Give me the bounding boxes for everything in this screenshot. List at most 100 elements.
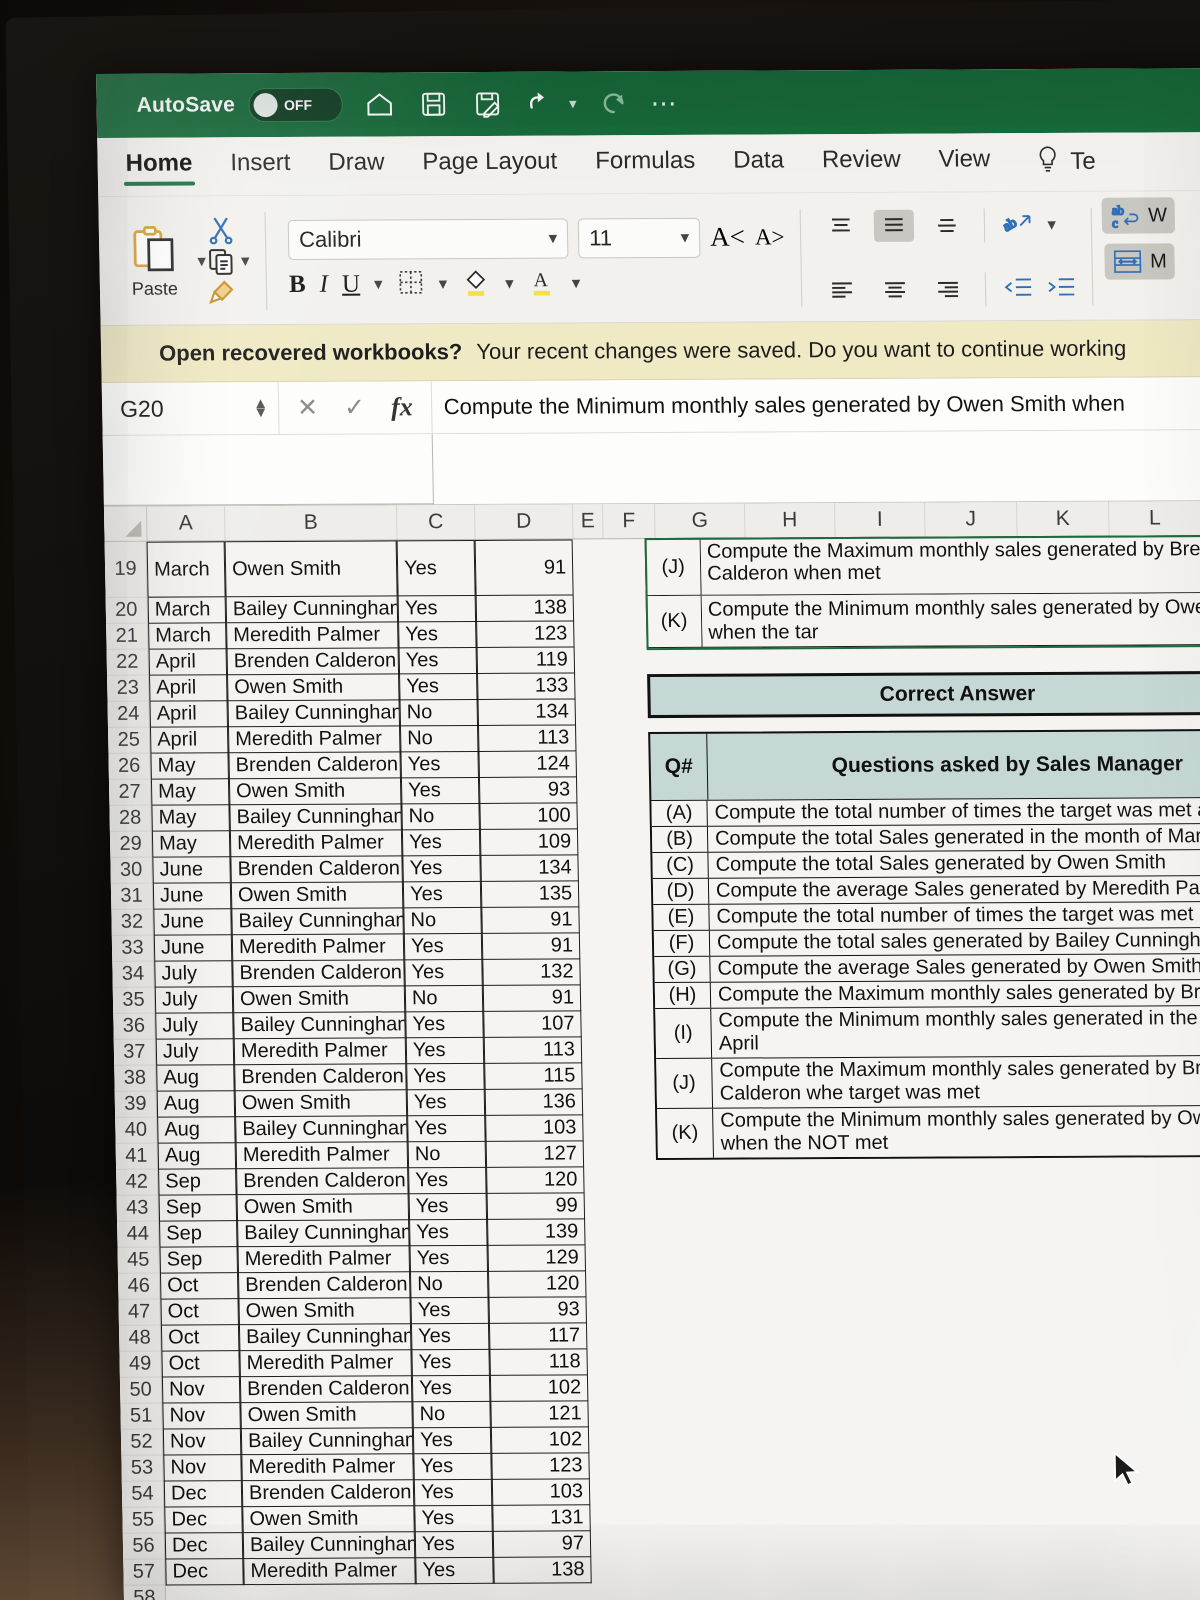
orientation-icon[interactable]: ab xyxy=(1000,209,1035,242)
cell-target-met[interactable]: No xyxy=(404,985,484,1013)
cell-sales[interactable]: 133 xyxy=(477,673,576,700)
cell-month[interactable]: July xyxy=(154,961,233,988)
panel-row-k[interactable]: (K) Compute the Minimum monthly sales ge… xyxy=(645,592,1200,649)
cell-salesperson[interactable]: Owen Smith xyxy=(228,778,402,806)
question-row[interactable]: (G) Compute the average Sales generated b… xyxy=(654,952,1200,983)
cell-sales[interactable]: 103 xyxy=(491,1479,591,1506)
row-header[interactable]: 49 xyxy=(119,1351,162,1378)
cell-salesperson[interactable]: Bailey Cunningham xyxy=(238,1324,412,1352)
merge-center-button[interactable]: M xyxy=(1103,243,1176,280)
more-commands-icon[interactable]: ⋯ xyxy=(650,88,679,118)
cell-sales[interactable]: 139 xyxy=(487,1219,586,1246)
row-header[interactable]: 53 xyxy=(121,1455,164,1482)
column-header-b[interactable]: B xyxy=(224,505,398,541)
row-header[interactable]: 43 xyxy=(116,1195,160,1222)
format-painter-button[interactable] xyxy=(206,278,250,308)
cell-target-met[interactable]: Yes xyxy=(405,1037,485,1065)
cell-month[interactable]: Sep xyxy=(159,1247,238,1274)
question-row[interactable]: (A) Compute the total number of times the… xyxy=(651,796,1200,827)
cell-sales[interactable]: 129 xyxy=(487,1245,587,1272)
question-row[interactable]: (J) Compute the Maximum monthly sales gen… xyxy=(656,1054,1200,1108)
cell-salesperson[interactable]: Brenden Calderon xyxy=(228,752,401,780)
cell-target-met[interactable]: Yes xyxy=(400,751,479,779)
cell-sales[interactable]: 127 xyxy=(485,1141,585,1168)
cell-sales[interactable]: 115 xyxy=(484,1063,583,1090)
row-header[interactable]: 24 xyxy=(107,701,150,728)
row-header[interactable]: 50 xyxy=(119,1377,163,1404)
copy-dropdown-caret[interactable]: ▾ xyxy=(241,251,250,271)
autosave-toggle[interactable]: OFF xyxy=(248,87,344,123)
wrap-text-button[interactable]: ab c W xyxy=(1101,197,1176,234)
cell-month[interactable]: April xyxy=(149,727,229,754)
select-all-corner[interactable] xyxy=(103,506,148,541)
column-header-c[interactable]: C xyxy=(396,504,476,540)
bold-button[interactable]: B xyxy=(289,271,306,299)
cell-salesperson[interactable]: Brenden Calderon xyxy=(239,1376,413,1404)
cell-target-met[interactable]: Yes xyxy=(409,1245,489,1273)
question-row[interactable]: (C) Compute the total Sales generated by … xyxy=(652,848,1200,879)
cell-sales[interactable]: 93 xyxy=(478,777,578,804)
tab-draw[interactable]: Draw xyxy=(326,144,387,186)
cell-month[interactable] xyxy=(166,1585,244,1600)
cell-sales[interactable]: 132 xyxy=(482,959,581,986)
cell-target-met[interactable]: Yes xyxy=(398,647,478,675)
cell-sales[interactable]: 100 xyxy=(479,803,578,830)
cell-month[interactable]: Nov xyxy=(162,1403,241,1430)
align-bottom-icon[interactable] xyxy=(927,209,968,241)
cell-salesperson[interactable]: Meredith Palmer xyxy=(243,1558,416,1586)
cell-month[interactable]: June xyxy=(152,883,232,910)
cell-month[interactable]: June xyxy=(153,935,233,962)
cell-sales[interactable]: 113 xyxy=(483,1037,583,1064)
font-color-icon[interactable]: A xyxy=(527,266,558,301)
row-header[interactable]: 48 xyxy=(118,1325,162,1352)
cell-sales[interactable]: 138 xyxy=(493,1557,592,1584)
row-header[interactable]: 41 xyxy=(115,1143,159,1170)
cell-sales[interactable]: 109 xyxy=(479,829,579,856)
font-color-dropdown-caret[interactable]: ▾ xyxy=(572,273,581,293)
copy-button[interactable]: ▾ xyxy=(206,246,250,276)
question-row[interactable]: (B) Compute the total Sales generated in … xyxy=(651,822,1200,853)
increase-indent-icon[interactable] xyxy=(1046,274,1077,303)
home-icon[interactable] xyxy=(363,87,398,121)
cell-salesperson[interactable]: Owen Smith xyxy=(227,674,400,702)
cell-target-met[interactable]: Yes xyxy=(414,1505,493,1533)
row-header[interactable]: 38 xyxy=(114,1065,157,1092)
decrease-font-size-icon[interactable]: A˃ xyxy=(755,224,785,250)
cell-salesperson[interactable]: Brenden Calderon xyxy=(236,1168,409,1196)
row-header[interactable]: 51 xyxy=(120,1403,163,1430)
undo-icon[interactable] xyxy=(525,87,560,121)
cell-target-met[interactable]: Yes xyxy=(399,673,478,701)
cell-month[interactable]: July xyxy=(155,1039,235,1066)
row-header[interactable]: 37 xyxy=(113,1039,157,1066)
row-header[interactable]: 57 xyxy=(123,1559,166,1586)
cell-sales[interactable]: 134 xyxy=(480,855,579,882)
cell-sales[interactable]: 134 xyxy=(477,699,577,726)
cell-month[interactable]: May xyxy=(151,805,230,832)
cell-sales[interactable]: 113 xyxy=(478,725,577,752)
cell-month[interactable]: April xyxy=(149,701,228,728)
cell-target-met[interactable]: Yes xyxy=(408,1167,487,1195)
cell-month[interactable]: May xyxy=(151,831,231,858)
cell-target-met[interactable]: Yes xyxy=(413,1479,493,1507)
cell-month[interactable]: Sep xyxy=(158,1169,237,1196)
column-header-d[interactable]: D xyxy=(474,504,574,539)
cell-sales[interactable]: 120 xyxy=(488,1271,587,1298)
cell-sales[interactable]: 91 xyxy=(482,985,582,1012)
cell-month[interactable]: March xyxy=(146,541,226,598)
align-top-icon[interactable] xyxy=(821,210,862,242)
cell-month[interactable]: Aug xyxy=(156,1091,236,1118)
undo-dropdown-caret[interactable]: ▾ xyxy=(569,94,577,112)
cell-target-met[interactable]: Yes xyxy=(409,1219,488,1247)
cell-salesperson[interactable]: Bailey Cunningham xyxy=(225,596,399,624)
cell-sales[interactable]: 136 xyxy=(484,1089,584,1116)
cell-sales[interactable]: 135 xyxy=(480,881,580,908)
cell-target-met[interactable]: Yes xyxy=(411,1349,490,1377)
cell-month[interactable]: Dec xyxy=(164,1533,244,1560)
column-header-i[interactable]: I xyxy=(834,502,926,538)
row-header[interactable]: 30 xyxy=(110,857,153,884)
cell-target-met[interactable]: Yes xyxy=(406,1089,486,1117)
italic-button[interactable]: I xyxy=(319,271,328,299)
orientation-dropdown-caret[interactable]: ▾ xyxy=(1047,215,1056,235)
column-header-h[interactable]: H xyxy=(744,503,836,538)
column-header-f[interactable]: F xyxy=(602,504,656,539)
